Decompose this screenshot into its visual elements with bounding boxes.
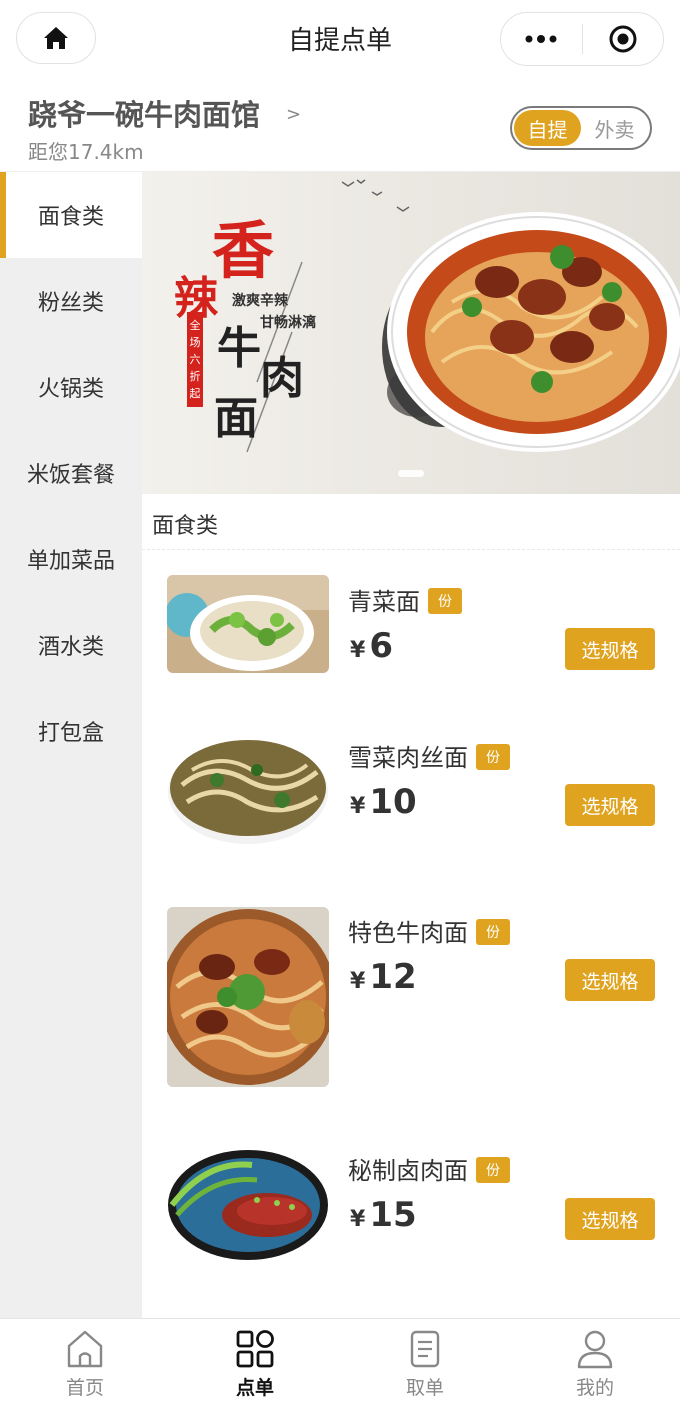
close-button[interactable] (583, 12, 664, 66)
unit-badge: 份 (476, 1157, 510, 1183)
dish-name: 青菜面份 (348, 582, 462, 617)
price-value: 10 (369, 782, 417, 822)
dish-price: ¥10 (350, 782, 417, 822)
tab-order[interactable]: 点单 (170, 1319, 340, 1409)
unit-badge: 份 (476, 919, 510, 945)
category-item-noodles[interactable]: 面食类 (0, 172, 142, 258)
record-icon (609, 25, 637, 53)
shop-distance: 距您17.4km (28, 140, 144, 164)
chevron-right-icon[interactable]: > (286, 104, 301, 125)
category-item-rice-set[interactable]: 米饭套餐 (0, 430, 142, 516)
more-icon (525, 35, 557, 43)
dish-name: 雪菜肉丝面份 (348, 738, 510, 773)
banner-seal: 全场六折起 (189, 319, 201, 400)
dish-name: 特色牛肉面份 (348, 913, 510, 948)
promo-banner[interactable]: 香 辣 牛 肉 面 激爽辛辣 甘畅淋漓 全场六折起 (142, 172, 680, 494)
dish-price: ¥12 (350, 957, 417, 997)
banner-slogan-1: 激爽辛辣 (232, 293, 288, 309)
category-item-hotpot[interactable]: 火锅类 (0, 344, 142, 430)
dish-name: 秘制卤肉面份 (348, 1151, 510, 1186)
section-header: 面食类 (142, 494, 680, 550)
user-icon (577, 1330, 613, 1369)
menu-item[interactable]: 青菜面份 ¥6 选规格 (142, 550, 680, 700)
dish-price: ¥6 (350, 626, 393, 666)
banner-char-4: 肉 (260, 353, 304, 404)
tab-mine[interactable]: 我的 (510, 1319, 680, 1409)
order-mode-toggle[interactable]: 自提 外卖 (510, 106, 652, 150)
select-spec-button[interactable]: 选规格 (565, 784, 655, 826)
unit-badge: 份 (428, 588, 462, 614)
category-item-extras[interactable]: 单加菜品 (0, 516, 142, 602)
dish-price: ¥15 (350, 1195, 417, 1235)
grid-icon (236, 1330, 274, 1368)
price-value: 15 (369, 1195, 417, 1235)
tab-label: 点单 (235, 1377, 274, 1399)
dish-image (167, 1145, 329, 1263)
bottom-tab-bar: 首页 点单 取单 我的 (0, 1318, 680, 1409)
banner-char-1: 香 (212, 214, 275, 287)
category-item-vermicelli[interactable]: 粉丝类 (0, 258, 142, 344)
select-spec-button[interactable]: 选规格 (565, 1198, 655, 1240)
menu-item[interactable]: 秘制卤肉面份 ¥15 选规格 (142, 1115, 680, 1315)
more-button[interactable] (501, 12, 582, 66)
shop-header: 跷爷一碗牛肉面馆 > 距您17.4km 自提 外卖 (0, 80, 680, 172)
tab-label: 首页 (65, 1377, 104, 1399)
dish-image (167, 575, 329, 673)
mode-pickup[interactable]: 自提 (514, 110, 581, 146)
dish-name-text: 雪菜肉丝面 (348, 744, 468, 772)
dish-name-text: 特色牛肉面 (348, 919, 468, 947)
currency-symbol: ¥ (350, 1207, 366, 1232)
banner-char-5: 面 (214, 393, 258, 444)
mini-program-capsule (500, 12, 664, 66)
document-icon (410, 1330, 440, 1368)
mode-delivery[interactable]: 外卖 (581, 110, 648, 146)
dish-name-text: 青菜面 (348, 588, 420, 616)
tab-pickup[interactable]: 取单 (340, 1319, 510, 1409)
category-item-packaging[interactable]: 打包盒 (0, 688, 142, 774)
select-spec-button[interactable]: 选规格 (565, 628, 655, 670)
dish-name-text: 秘制卤肉面 (348, 1157, 468, 1185)
price-value: 12 (369, 957, 417, 997)
home-icon (67, 1330, 103, 1368)
section-title: 面食类 (152, 514, 219, 539)
tab-label: 取单 (405, 1377, 444, 1399)
menu-item[interactable]: 特色牛肉面份 ¥12 选规格 (142, 875, 680, 1115)
select-spec-button[interactable]: 选规格 (565, 959, 655, 1001)
top-nav-bar: 自提点单 (0, 0, 680, 80)
currency-symbol: ¥ (350, 969, 366, 994)
tab-home[interactable]: 首页 (0, 1319, 170, 1409)
category-sidebar: 面食类 粉丝类 火锅类 米饭套餐 单加菜品 酒水类 打包盒 (0, 172, 142, 1318)
category-item-drinks[interactable]: 酒水类 (0, 602, 142, 688)
currency-symbol: ¥ (350, 638, 366, 663)
unit-badge: 份 (476, 744, 510, 770)
tab-label: 我的 (575, 1377, 614, 1399)
banner-slogan-2: 甘畅淋漓 (260, 315, 316, 331)
dish-image (167, 730, 329, 852)
dish-image (167, 907, 329, 1087)
price-value: 6 (369, 626, 393, 666)
currency-symbol: ¥ (350, 794, 366, 819)
menu-item[interactable]: 雪菜肉丝面份 ¥10 选规格 (142, 700, 680, 875)
banner-char-3: 牛 (217, 323, 261, 374)
shop-name[interactable]: 跷爷一碗牛肉面馆 (28, 92, 260, 134)
